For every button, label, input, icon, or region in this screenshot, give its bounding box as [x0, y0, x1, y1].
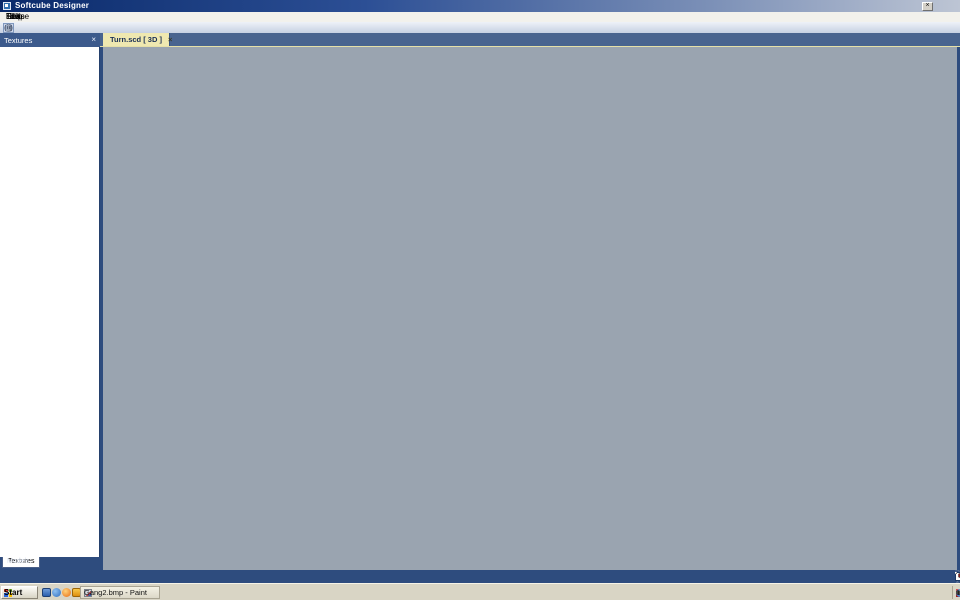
textures-panel-header: Textures × — [0, 33, 100, 47]
firefox-icon[interactable] — [62, 588, 71, 597]
title-bar[interactable]: Softcube Designer × — [0, 0, 960, 12]
menu-bar: File Edit Shape Tools Help — [0, 12, 960, 22]
toolbar: ▯ ▱ ▦ ✂ ◫ ▤ × ↶ ↷ ⊞ ◰ ◱ ◲ ◳ ◇ ◧ ◨ ◩ ◪ ⁄ … — [0, 22, 960, 33]
document-tab-strip: Turn.scd [ 2D ] Turn.scd [ 3D ]× — [100, 33, 960, 47]
softcube-designer-window: Softcube Designer × File Edit Shape Tool… — [0, 0, 960, 600]
tab-models[interactable]: Models — [2, 557, 35, 568]
app-icon[interactable] — [3, 2, 11, 10]
textures-panel-title: Textures — [4, 36, 32, 45]
start-button[interactable]: Start — [1, 586, 38, 599]
show-desktop-icon[interactable] — [42, 588, 51, 597]
window-title: Softcube Designer — [15, 1, 89, 10]
close-button[interactable]: × — [922, 2, 933, 11]
panel-bottom-tabs: Textures Models — [0, 557, 100, 568]
status-bar: Position X 0 Position Y 0 Position Z 0 — [0, 570, 960, 583]
textures-panel-body — [0, 47, 100, 557]
start-label: Start — [4, 588, 22, 597]
clock[interactable]: 10:32 — [956, 588, 960, 597]
system-tray: DE « 10:32 — [952, 586, 959, 599]
viewport-grid: Front Top Left — [103, 47, 957, 570]
tab-turn-3d[interactable]: Turn.scd [ 3D ]× — [103, 33, 170, 46]
taskbar: Start Trillian Computer Release Softcube… — [0, 583, 960, 600]
tab-close-icon[interactable]: × — [168, 33, 172, 46]
browser-icon[interactable] — [52, 588, 61, 597]
orient-up-icon[interactable]: ↥ — [3, 23, 14, 33]
taskbar-item-paint[interactable]: Gang2.bmp - Paint — [80, 586, 160, 599]
menu-help[interactable]: Help — [0, 12, 28, 22]
panel-close-icon[interactable]: × — [91, 35, 96, 44]
position-z-spinner[interactable] — [955, 572, 960, 581]
